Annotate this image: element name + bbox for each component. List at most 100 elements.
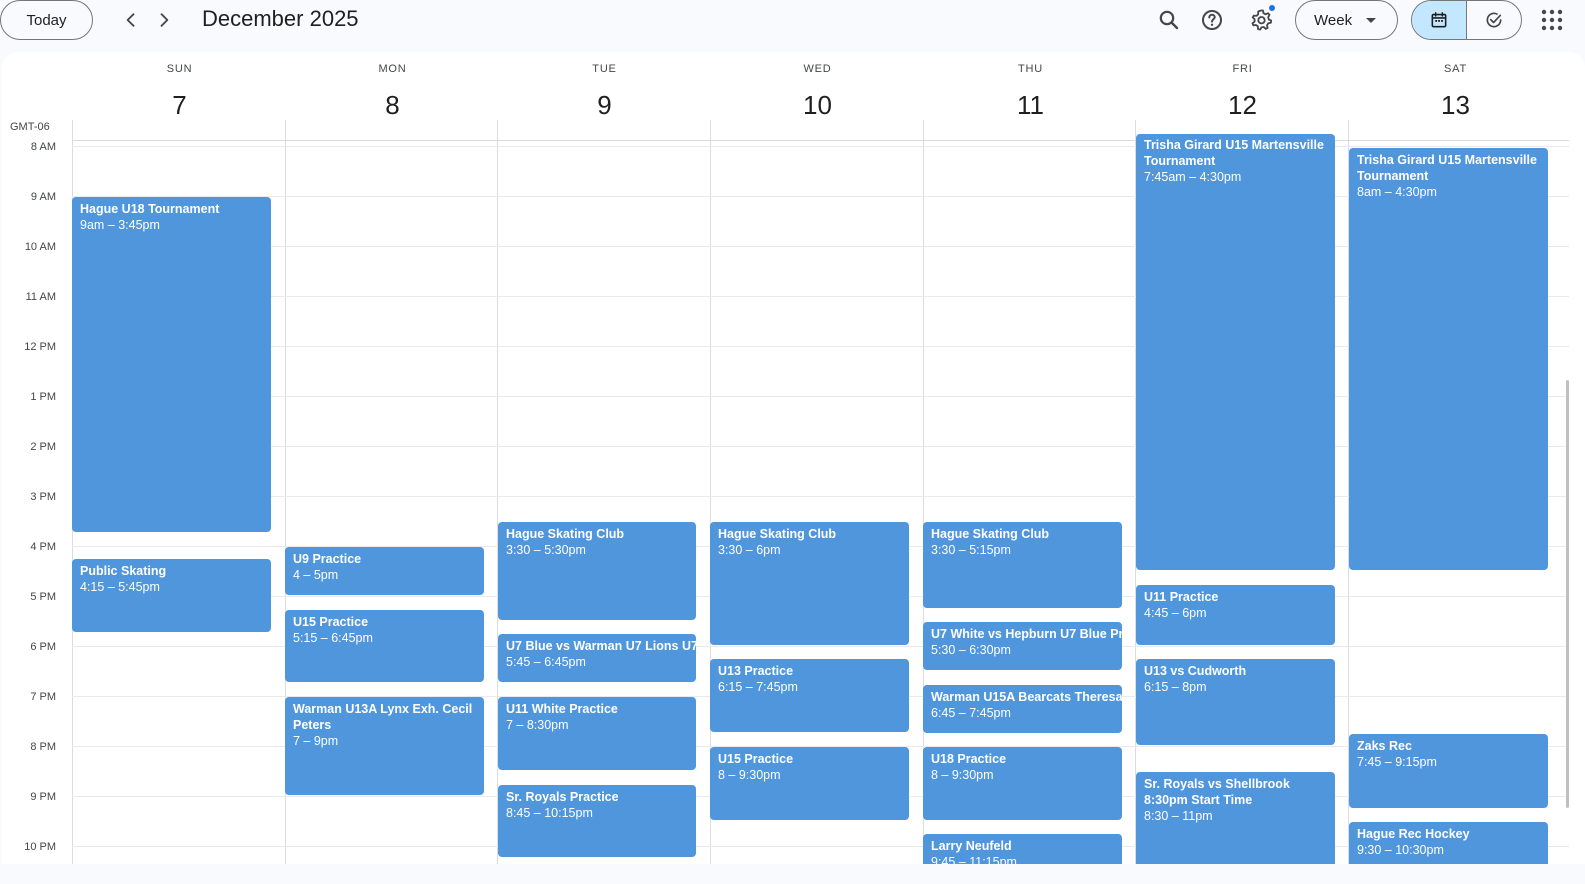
event-card[interactable]: Hague Rec Hockey 9:30 – 10:30pm: [1349, 822, 1548, 864]
event-card[interactable]: Trisha Girard U15 Martensville Tournamen…: [1136, 134, 1335, 570]
event-time: 7 – 9pm: [293, 734, 339, 748]
hour-label: 1 PM: [30, 391, 56, 403]
today-button[interactable]: Today: [0, 0, 93, 40]
event-card[interactable]: Hague Skating Club 3:30 – 5:30pm: [498, 522, 696, 620]
apps-grid-icon[interactable]: [1538, 6, 1566, 34]
next-week-button[interactable]: [149, 3, 179, 37]
event-card[interactable]: Warman U15A Bearcats Theresa 6:45 – 7:45…: [923, 685, 1122, 733]
event-title: Hague Skating Club: [718, 527, 837, 541]
day-header-wed[interactable]: WED 10: [711, 52, 924, 120]
day-number[interactable]: 12: [1136, 88, 1349, 122]
event-card[interactable]: Warman U13A Lynx Exh. Cecil Peters 7 – 9…: [285, 697, 484, 795]
hour-line: [72, 446, 1569, 447]
event-card[interactable]: Sr. Royals Practice 8:45 – 10:15pm: [498, 785, 696, 857]
event-time: 3:30 – 5:15pm: [931, 543, 1011, 557]
hour-line: [72, 146, 1569, 147]
event-card[interactable]: U9 Practice 4 – 5pm: [285, 547, 484, 595]
event-time: 5:30 – 6:30pm: [931, 643, 1011, 657]
day-name: MON: [378, 63, 407, 75]
event-card[interactable]: Sr. Royals vs Shellbrook 8:30pm Start Ti…: [1136, 772, 1335, 864]
day-number[interactable]: 7: [73, 88, 286, 122]
tasks-view-button[interactable]: [1467, 1, 1522, 39]
top-bar: Today December 2025 Week: [0, 0, 1585, 50]
day-number[interactable]: 10: [711, 88, 924, 122]
event-title: U7 Blue vs Warman U7 Lions U7: [506, 639, 696, 653]
help-button[interactable]: [1194, 2, 1230, 38]
event-title: U18 Practice: [931, 752, 1007, 766]
event-card[interactable]: U13 vs Cudworth 6:15 – 8pm: [1136, 659, 1335, 745]
day-header-mon[interactable]: MON 8: [286, 52, 499, 120]
event-time: 3:30 – 6pm: [718, 543, 781, 557]
event-time: 6:15 – 8pm: [1144, 680, 1207, 694]
event-title: U7 White vs Hepburn U7 Blue Pr: [931, 627, 1122, 641]
event-time: 6:15 – 7:45pm: [718, 680, 798, 694]
event-time: 4:45 – 6pm: [1144, 606, 1207, 620]
event-card[interactable]: U11 Practice 4:45 – 6pm: [1136, 585, 1335, 645]
task-check-icon: [1486, 12, 1502, 28]
event-card[interactable]: Hague U18 Tournament 9am – 3:45pm: [72, 197, 271, 532]
event-time: 8 – 9:30pm: [931, 768, 994, 782]
day-header-sat[interactable]: SAT 13: [1349, 52, 1562, 120]
timezone-label: GMT-06: [10, 121, 50, 133]
day-name: SAT: [1444, 63, 1467, 75]
event-time: 8:30 – 11pm: [1144, 809, 1213, 823]
event-card[interactable]: Public Skating 4:15 – 5:45pm: [72, 559, 271, 632]
event-time: 9:45 – 11:15pm: [931, 855, 1017, 864]
event-title: U11 White Practice: [506, 702, 618, 716]
day-name: TUE: [592, 63, 617, 75]
event-time: 7:45 – 9:15pm: [1357, 755, 1437, 769]
hour-label: 3 PM: [30, 491, 56, 503]
prev-week-button[interactable]: [116, 3, 146, 37]
event-card[interactable]: U7 White vs Hepburn U7 Blue Pr 5:30 – 6:…: [923, 622, 1122, 670]
vertical-scrollbar[interactable]: [1566, 380, 1569, 808]
event-card[interactable]: Trisha Girard U15 Martensville Tournamen…: [1349, 148, 1548, 570]
event-card[interactable]: Zaks Rec 7:45 – 9:15pm: [1349, 734, 1548, 808]
event-time: 6:45 – 7:45pm: [931, 706, 1011, 720]
event-title: U13 Practice: [718, 664, 794, 678]
event-title: U13 vs Cudworth: [1144, 664, 1247, 678]
event-title: U15 Practice: [718, 752, 794, 766]
search-button[interactable]: [1151, 2, 1187, 38]
event-time: 9:30 – 10:30pm: [1357, 843, 1444, 857]
day-number[interactable]: 13: [1349, 88, 1562, 122]
header-divider: [72, 140, 1569, 141]
event-title: Sr. Royals Practice: [506, 790, 619, 804]
event-title: Hague Rec Hockey: [1357, 827, 1470, 841]
hour-label: 9 PM: [30, 791, 56, 803]
event-card[interactable]: Hague Skating Club 3:30 – 6pm: [710, 522, 909, 645]
event-title: Hague Skating Club: [506, 527, 625, 541]
event-card[interactable]: U18 Practice 8 – 9:30pm: [923, 747, 1122, 820]
day-header-thu[interactable]: THU 11: [924, 52, 1137, 120]
hour-label: 10 AM: [24, 241, 56, 253]
event-time: 5:45 – 6:45pm: [506, 655, 586, 669]
view-toggle: [1411, 0, 1522, 40]
event-card[interactable]: U7 Blue vs Warman U7 Lions U7 5:45 – 6:4…: [498, 634, 696, 682]
chevron-right-icon: [160, 13, 169, 27]
day-number[interactable]: 11: [924, 88, 1137, 122]
event-card[interactable]: U15 Practice 5:15 – 6:45pm: [285, 610, 484, 682]
day-header-tue[interactable]: TUE 9: [498, 52, 711, 120]
hour-line: [72, 346, 1569, 347]
hour-line: [72, 196, 1569, 197]
settings-button[interactable]: [1243, 2, 1279, 38]
hour-line: [72, 396, 1569, 397]
day-header-sun[interactable]: SUN 7: [73, 52, 286, 120]
help-icon: [1202, 10, 1222, 30]
event-time: 7:45am – 4:30pm: [1144, 170, 1242, 184]
hour-label: 6 PM: [30, 641, 56, 653]
event-card[interactable]: Hague Skating Club 3:30 – 5:15pm: [923, 522, 1122, 608]
event-time: 4 – 5pm: [293, 568, 339, 582]
day-number[interactable]: 8: [286, 88, 499, 122]
event-title: Warman U13A Lynx Exh. Cecil Peters: [293, 702, 473, 732]
event-card[interactable]: U15 Practice 8 – 9:30pm: [710, 747, 909, 820]
event-card[interactable]: U13 Practice 6:15 – 7:45pm: [710, 659, 909, 732]
hour-label: 10 PM: [24, 841, 56, 853]
day-header-fri[interactable]: FRI 12: [1136, 52, 1349, 120]
event-card[interactable]: Larry Neufeld 9:45 – 11:15pm: [923, 834, 1122, 864]
day-number[interactable]: 9: [498, 88, 711, 122]
event-title: U9 Practice: [293, 552, 362, 566]
event-card[interactable]: U11 White Practice 7 – 8:30pm: [498, 697, 696, 770]
event-time: 7 – 8:30pm: [506, 718, 569, 732]
calendar-view-button[interactable]: [1412, 1, 1467, 39]
view-select-button[interactable]: Week: [1295, 0, 1398, 40]
